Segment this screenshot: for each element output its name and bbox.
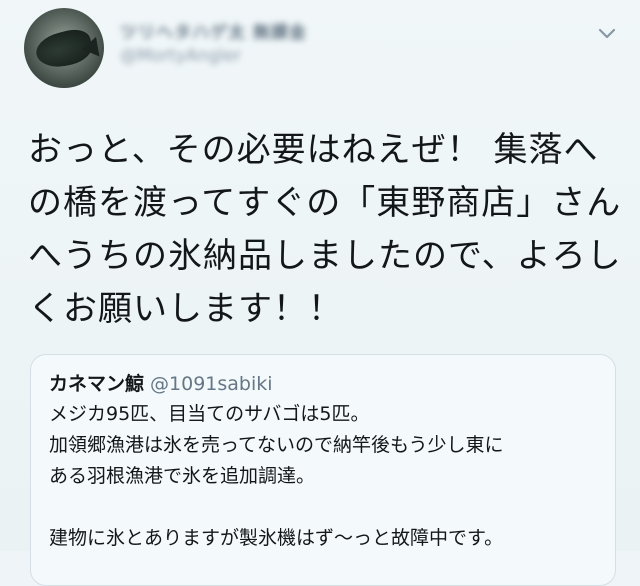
tweet-card: ツリヘタハゲ太 無課金 @MortyAngler おっと、その必要はねえぜ！ 集…	[0, 0, 640, 586]
tweet-text-line: の橋を渡ってすぐの「東野商店」さん	[28, 183, 622, 223]
chevron-down-icon[interactable]	[596, 22, 618, 44]
quoted-text-line: ある羽根漁港で氷を追加調達。	[49, 465, 316, 487]
quoted-tweet-text: メジカ95匹、目当てのサバゴは5匹。 加領郷漁港は氷を売ってないので納竿後もう少…	[49, 399, 609, 554]
quoted-text-line: 加領郷漁港は氷を売ってないので納竿後もう少し東に	[49, 434, 504, 456]
author-name[interactable]: ツリヘタハゲ太 無課金	[120, 18, 307, 43]
quoted-text-line: メジカ95匹、目当てのサバゴは5匹。	[49, 403, 370, 425]
quoted-text-line: 建物に氷とありますが製氷機はず〜っと故障中です。	[49, 527, 504, 549]
quoted-author-name: カネマン鯨	[49, 373, 145, 395]
quoted-author-handle: @1091sabiki	[150, 373, 273, 395]
quoted-tweet[interactable]: カネマン鯨 @1091sabiki メジカ95匹、目当てのサバゴは5匹。 加領郷漁…	[30, 354, 616, 586]
tweet-text: おっと、その必要はねえぜ！ 集落へ の橋を渡ってすぐの「東野商店」さん へうちの…	[28, 124, 624, 336]
quoted-tweet-header: カネマン鯨 @1091sabiki	[49, 369, 273, 396]
author-handle[interactable]: @MortyAngler	[120, 46, 241, 66]
quoted-text-blank-line	[49, 492, 609, 523]
tweet-text-line: おっと、その必要はねえぜ！ 集落へ	[28, 130, 599, 170]
tweet-text-line: へうちの氷納品しましたので、よろし	[28, 236, 622, 276]
avatar[interactable]	[24, 8, 104, 88]
tweet-text-line: くお願いします！！	[28, 289, 343, 329]
